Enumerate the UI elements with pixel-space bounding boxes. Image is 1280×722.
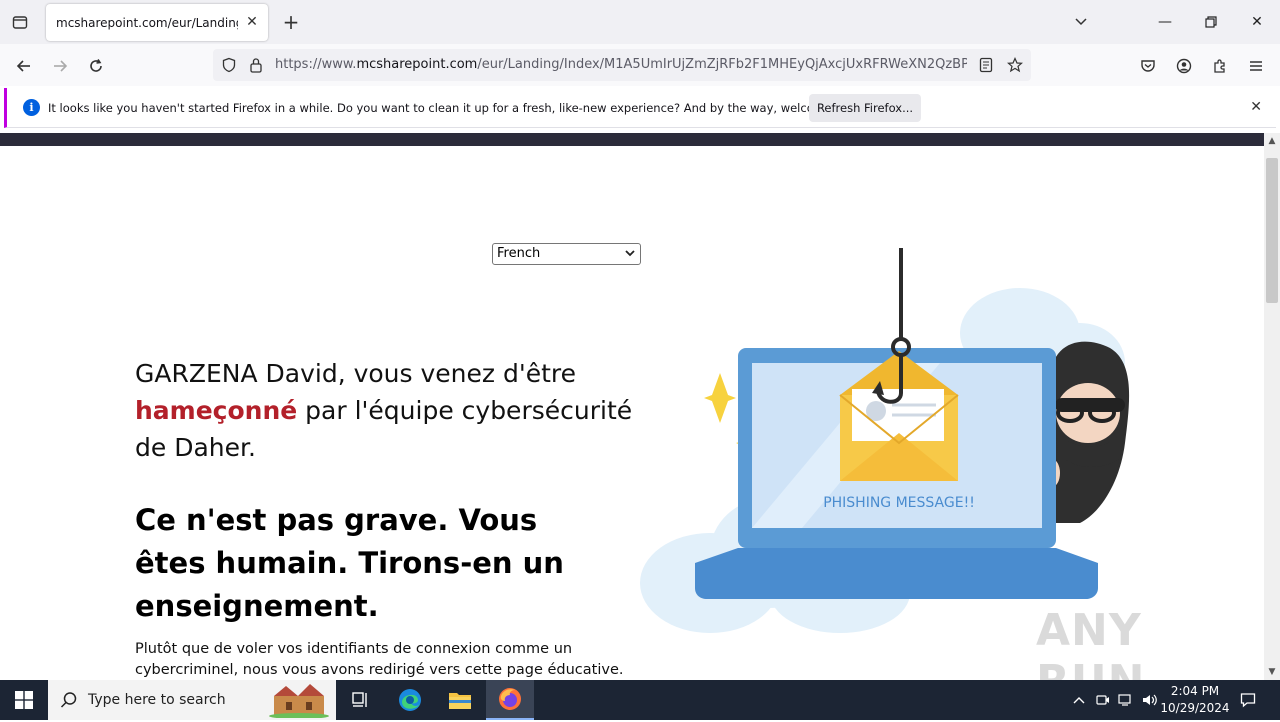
close-window-icon[interactable]: ✕ <box>1234 8 1280 36</box>
taskbar: Type here to search 2:04 PM 10/29/2024 <box>0 680 1280 720</box>
tab-title: mcsharepoint.com/eur/Landing/In <box>56 15 238 30</box>
menu-icon[interactable] <box>1242 52 1270 80</box>
reload-icon[interactable] <box>82 52 110 80</box>
anyrun-watermark: ANY RUN <box>1036 605 1144 680</box>
search-highlight-icon <box>266 682 332 722</box>
reader-view-icon[interactable] <box>977 56 995 74</box>
notification-text: It looks like you haven't started Firefo… <box>48 101 868 115</box>
tray-chevron-up-icon[interactable] <box>1068 680 1090 720</box>
extensions-icon[interactable] <box>1206 52 1234 80</box>
scroll-down-icon[interactable]: ▼ <box>1264 664 1280 680</box>
active-tab[interactable]: mcsharepoint.com/eur/Landing/In ✕ <box>46 4 268 41</box>
pocket-icon[interactable] <box>1134 52 1162 80</box>
refresh-firefox-button[interactable]: Refresh Firefox... <box>809 94 921 122</box>
page-headline: GARZENA David, vous venez d'être hameçon… <box>135 355 635 466</box>
task-view-icon[interactable] <box>336 680 384 720</box>
page-scrollbar[interactable]: ▲ ▼ <box>1264 133 1280 680</box>
tab-bar: mcsharepoint.com/eur/Landing/In ✕ + — ✕ <box>0 0 1280 44</box>
page-viewport: French GARZENA David, vous venez d'être … <box>0 133 1264 680</box>
new-tab-icon[interactable]: + <box>280 10 302 34</box>
search-placeholder: Type here to search <box>88 692 226 708</box>
page-subheadline: Ce n'est pas grave. Vous êtes humain. Ti… <box>135 503 564 623</box>
volume-icon[interactable] <box>1140 680 1160 720</box>
clock-date: 10/29/2024 <box>1160 701 1230 715</box>
minimize-icon[interactable]: — <box>1142 8 1188 36</box>
lock-icon[interactable] <box>247 56 265 74</box>
bookmark-star-icon[interactable] <box>1006 56 1024 74</box>
edge-icon[interactable] <box>386 680 434 720</box>
account-icon[interactable] <box>1170 52 1198 80</box>
scroll-up-icon[interactable]: ▲ <box>1264 133 1280 149</box>
system-clock[interactable]: 2:04 PM 10/29/2024 <box>1160 683 1230 717</box>
shield-icon[interactable] <box>220 56 238 74</box>
url-bar[interactable]: https://www.mcsharepoint.com/eur/Landing… <box>213 49 1031 81</box>
tab-close-icon[interactable]: ✕ <box>244 14 260 30</box>
windows-start-icon[interactable] <box>0 680 48 720</box>
headline-highlight: hameçonné <box>135 396 298 425</box>
phishing-illustration: PHISHING MESSAGE!! <box>640 248 1130 633</box>
nav-bar: https://www.mcsharepoint.com/eur/Landing… <box>0 44 1280 86</box>
tab-list-icon[interactable] <box>8 10 32 34</box>
restore-icon[interactable] <box>1188 8 1234 36</box>
close-icon[interactable]: ✕ <box>1250 99 1262 115</box>
url-prefix: https://www. <box>275 57 357 72</box>
network-icon[interactable] <box>1116 680 1136 720</box>
hacker-icon <box>1044 341 1130 523</box>
url-path: /eur/Landing/Index/M1A5UmIrUjZmZjRFb2F1M… <box>477 57 967 72</box>
forward-icon[interactable] <box>46 52 74 80</box>
illustration-label: PHISHING MESSAGE!! <box>823 495 975 511</box>
meet-now-icon[interactable] <box>1094 680 1112 720</box>
refresh-notification-bar: i It looks like you haven't started Fire… <box>4 88 1276 128</box>
headline-part1: GARZENA David, vous venez d'être <box>135 359 577 388</box>
notifications-icon[interactable] <box>1234 680 1262 720</box>
file-explorer-icon[interactable] <box>436 680 484 720</box>
chevron-down-icon <box>624 246 636 267</box>
scroll-thumb[interactable] <box>1266 158 1278 303</box>
language-select-value: French <box>497 246 541 261</box>
taskbar-search[interactable]: Type here to search <box>48 680 336 720</box>
clock-time: 2:04 PM <box>1170 684 1220 698</box>
firefox-icon[interactable] <box>486 680 534 720</box>
page-header-strip <box>0 133 1264 146</box>
url-domain: mcsharepoint.com <box>356 57 478 72</box>
info-icon: i <box>23 99 40 116</box>
page-paragraph: Plutôt que de voler vos identifiants de … <box>135 641 624 678</box>
url-text[interactable]: https://www.mcsharepoint.com/eur/Landing… <box>275 57 967 72</box>
back-icon[interactable] <box>10 52 38 80</box>
chevron-down-icon[interactable] <box>1070 12 1092 32</box>
language-select[interactable]: French <box>492 243 641 265</box>
search-icon <box>60 691 78 713</box>
sparkle-icon <box>704 373 736 423</box>
